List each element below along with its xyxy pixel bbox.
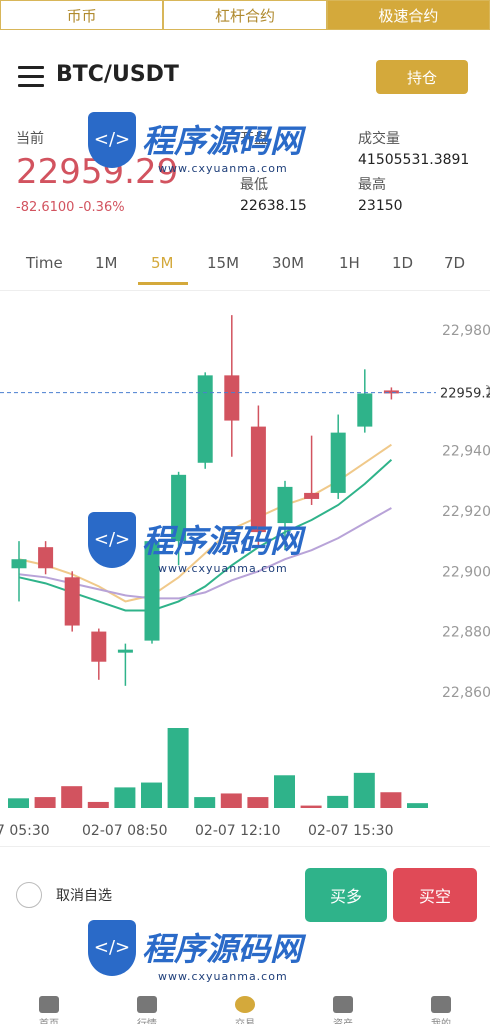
trade-icon [235, 996, 255, 1013]
candle-body [64, 577, 80, 626]
interval-1d[interactable]: 1D [392, 254, 413, 272]
candle-body [330, 432, 346, 493]
high-label: 最高 [358, 177, 386, 193]
nav-market[interactable]: 行情 [117, 996, 177, 1024]
watchlist-radio[interactable] [16, 882, 42, 908]
wallet-icon [333, 996, 353, 1013]
volume-bar [167, 728, 189, 808]
watchlist-toggle[interactable]: 取消自选 [16, 880, 112, 910]
interval-time[interactable]: Time [26, 254, 63, 272]
buy-long-button[interactable]: 买多 [305, 868, 387, 922]
page-header: BTC/USDT 持仓 [0, 56, 490, 100]
volume-bar [114, 787, 136, 808]
volume-bar [8, 798, 29, 808]
volume-bar [353, 772, 375, 808]
watermark: </> 程序源码网 www.cxyuanma.com [88, 500, 308, 590]
watermark-url: www.cxyuanma.com [158, 970, 288, 983]
buy-short-button[interactable]: 买空 [393, 868, 477, 922]
watchlist-label: 取消自选 [56, 888, 112, 904]
candle-body [11, 559, 27, 569]
watermark-text: 程序源码网 [142, 930, 303, 968]
price-change: -82.6100 -0.36% [16, 200, 125, 215]
trade-type-tabs: 币币 杠杆合约 极速合约 [0, 0, 490, 30]
candle-body [224, 375, 240, 421]
volume-value: 41505531.3891 [358, 152, 470, 168]
nav-market-label: 行情 [137, 1015, 157, 1024]
volume-bar [327, 795, 349, 808]
current-label: 当前 [16, 131, 44, 147]
high-value: 23150 [358, 198, 403, 214]
watermark: </> 程序源码网 www.cxyuanma.com [88, 908, 308, 998]
candle-body [304, 492, 320, 499]
x-tick-label: 02-07 08:50 [82, 823, 167, 839]
tab-spot[interactable]: 币币 [0, 0, 164, 30]
user-icon [431, 996, 451, 1013]
current-price-label: 22959.2 [440, 387, 490, 402]
volume-bar [141, 782, 162, 808]
candle-body [117, 649, 133, 653]
interval-1m[interactable]: 1M [95, 254, 118, 272]
y-tick-label: 22,880 [442, 625, 490, 641]
home-icon [39, 996, 59, 1013]
watermark-url: www.cxyuanma.com [158, 162, 288, 175]
y-tick-label: 22,920 [442, 504, 490, 520]
nav-assets-label: 资产 [333, 1015, 353, 1024]
x-tick-label: 7 05:30 [0, 823, 50, 839]
watermark: </> 程序源码网 www.cxyuanma.com [88, 100, 308, 190]
y-tick-label: 22,900 [442, 564, 490, 580]
divider [0, 290, 490, 291]
nav-profile[interactable]: 我的 [411, 996, 471, 1024]
chart-icon [137, 996, 157, 1013]
interval-5m[interactable]: 5M [151, 254, 174, 272]
interval-30m[interactable]: 30M [272, 254, 304, 272]
nav-assets[interactable]: 资产 [313, 996, 373, 1024]
candle-body [91, 631, 107, 662]
interval-15m[interactable]: 15M [207, 254, 239, 272]
volume-bar [61, 786, 83, 808]
volume-bar [380, 792, 402, 808]
watermark-logo-icon: </> [88, 512, 136, 568]
volume-label: 成交量 [358, 131, 400, 147]
interval-selector: Time 1M 5M 15M 30M 1H 1D 7D [0, 246, 490, 286]
candle-body [38, 547, 54, 569]
nav-home-label: 首页 [39, 1015, 59, 1024]
volume-bar [87, 801, 109, 808]
pair-title[interactable]: BTC/USDT [56, 62, 179, 87]
nav-trade[interactable]: 交易 [215, 996, 275, 1024]
candle-body [197, 375, 213, 463]
bottom-nav: 首页 行情 交易 资产 我的 [0, 996, 490, 1024]
volume-bar [407, 803, 428, 808]
candle-body [357, 393, 373, 427]
watermark-text: 程序源码网 [142, 522, 303, 560]
positions-button[interactable]: 持仓 [376, 60, 468, 94]
watermark-url: www.cxyuanma.com [158, 562, 288, 575]
nav-profile-label: 我的 [431, 1015, 451, 1024]
volume-bar [300, 805, 322, 808]
watermark-logo-icon: </> [88, 112, 136, 168]
y-tick-label: 22,860 [442, 685, 490, 701]
y-tick-label: 22,980 [442, 323, 490, 339]
tab-fast-contract[interactable]: 极速合约 [326, 0, 490, 30]
low-value: 22638.15 [240, 198, 307, 214]
divider [0, 846, 490, 847]
interval-1h[interactable]: 1H [339, 254, 360, 272]
volume-bar [34, 797, 56, 808]
nav-trade-label: 交易 [235, 1015, 255, 1024]
menu-icon[interactable] [18, 66, 44, 88]
nav-home[interactable]: 首页 [19, 996, 79, 1024]
interval-7d[interactable]: 7D [444, 254, 465, 272]
watermark-logo-icon: </> [88, 920, 136, 976]
volume-bar [247, 797, 269, 808]
volume-bar [220, 793, 242, 808]
active-interval-underline [138, 282, 188, 285]
x-tick-label: 02-07 15:30 [308, 823, 393, 839]
watermark-text: 程序源码网 [142, 122, 303, 160]
tab-leverage[interactable]: 杠杆合约 [163, 0, 327, 30]
volume-bar [194, 797, 216, 808]
x-tick-label: 02-07 12:10 [195, 823, 280, 839]
y-tick-label: 22,940 [442, 444, 490, 460]
volume-bar [274, 775, 295, 808]
